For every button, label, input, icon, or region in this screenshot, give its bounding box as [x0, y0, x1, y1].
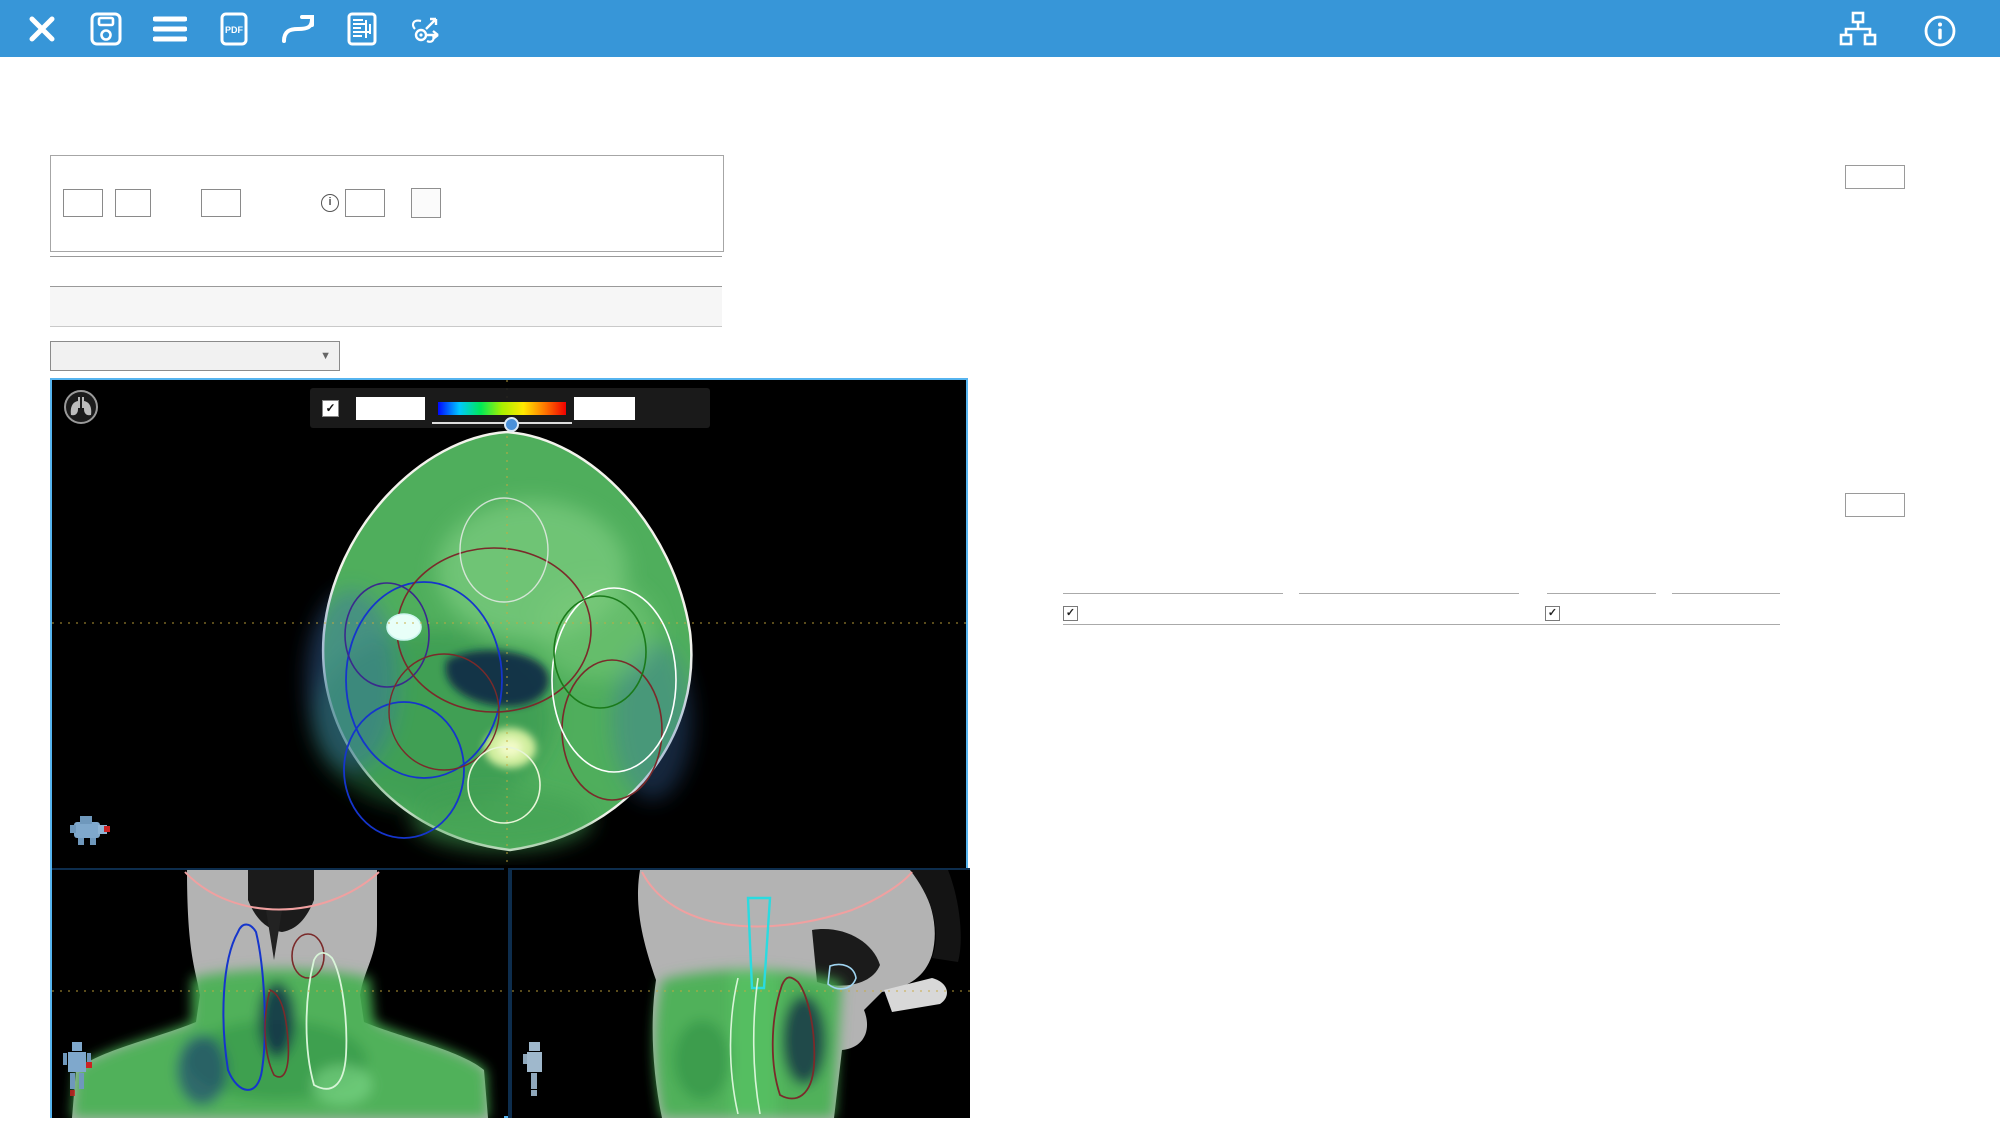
modality-lungs-icon[interactable]: [62, 388, 100, 431]
dose-display-toolbar: ✓: [310, 388, 710, 428]
orientation-figure-icon: [68, 812, 112, 851]
orientation-figure-icon: [62, 1042, 92, 1105]
clearcalc-show-all-checkbox[interactable]: ✓: [1545, 606, 1560, 621]
gamma-table-row[interactable]: [50, 287, 722, 326]
table-group-headers: [1063, 583, 1780, 603]
gamma-criteria-panel: i: [50, 155, 724, 252]
top-toolbar: PDF: [0, 0, 2000, 57]
dvh-max-dose-box[interactable]: [1845, 165, 1905, 189]
axial-view-pane[interactable]: ✓: [52, 380, 966, 865]
dvh-plot-area: [1003, 115, 1863, 525]
svg-text:PDF: PDF: [225, 25, 244, 35]
dose-image-viewer: ✓: [50, 378, 968, 1118]
tps-show-all-checkbox[interactable]: ✓: [1063, 606, 1078, 621]
threshold-input[interactable]: [201, 189, 241, 217]
structure-table-header: ✓ ✓: [1063, 605, 1780, 625]
gamma-table-header: [50, 257, 722, 287]
log-report-icon[interactable]: [340, 9, 384, 49]
dose-colorbar[interactable]: [438, 402, 566, 415]
distance-mm-input[interactable]: [115, 189, 151, 217]
info-icon[interactable]: [1918, 11, 1962, 51]
close-icon[interactable]: [20, 9, 64, 49]
colorbar-slider-thumb[interactable]: [504, 417, 519, 432]
app-window: PDF: [0, 0, 2000, 1125]
dose-percent-input[interactable]: [63, 189, 103, 217]
menu-icon[interactable]: [148, 9, 192, 49]
chevron-down-icon: ▼: [320, 350, 331, 362]
gamma-results-table: [50, 256, 722, 327]
save-icon[interactable]: [84, 9, 128, 49]
curve-tool-icon[interactable]: [276, 9, 320, 49]
orientation-figure-icon: [520, 1042, 550, 1105]
sagittal-view-pane[interactable]: [508, 868, 970, 1118]
coronal-ct-dose-image: [52, 870, 504, 1118]
colorbar-slider-track[interactable]: [432, 422, 572, 424]
dvh-max-relative-box[interactable]: [1845, 493, 1905, 517]
voxel-info-icon[interactable]: i: [321, 194, 339, 212]
dose-low-input[interactable]: [356, 397, 425, 420]
show-dose-checkbox[interactable]: ✓: [322, 400, 339, 417]
update-results-button[interactable]: [411, 188, 441, 218]
pdf-report-icon[interactable]: PDF: [212, 9, 256, 49]
dose-high-input[interactable]: [574, 397, 635, 420]
colorwash-select[interactable]: ▼: [50, 341, 340, 371]
atom-export-icon[interactable]: [404, 9, 448, 49]
sagittal-ct-dose-image: [512, 870, 970, 1118]
coronal-view-pane[interactable]: [52, 868, 504, 1118]
dvh-chart: [1003, 115, 1943, 585]
structure-dose-table: ✓ ✓: [1063, 583, 1780, 625]
reference-dose-line: [63, 226, 82, 241]
voxel-sampling-input[interactable]: [345, 189, 385, 217]
network-sitemap-icon[interactable]: [1836, 9, 1880, 49]
axial-ct-dose-image: [52, 380, 966, 865]
